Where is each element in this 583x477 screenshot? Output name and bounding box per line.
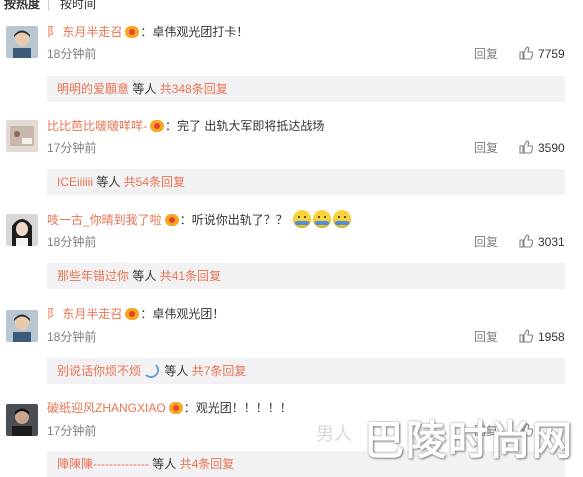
wave-emoji-icon: [143, 362, 160, 378]
sweat-smile-emoji-icon: [333, 210, 352, 228]
user-prefix-icon: 阝: [47, 25, 60, 39]
avatar[interactable]: [6, 120, 38, 152]
comment-time: 17分钟前: [47, 424, 97, 438]
sub-replies[interactable]: ICEiiiiii 等人 共54条回复: [47, 169, 565, 195]
comment-username[interactable]: 吱一古_你晴到我了啦: [47, 213, 162, 227]
sort-by-time-tab[interactable]: 按时间: [60, 0, 96, 11]
reply-button[interactable]: 回复: [474, 46, 498, 62]
sub-reply-user[interactable]: 陣陳陳--------------: [57, 457, 149, 471]
user-prefix-icon: 阝: [47, 307, 60, 321]
thumbs-up-icon[interactable]: [519, 46, 533, 60]
sub-reply-user[interactable]: 那些年错过你: [57, 269, 129, 283]
comment-time: 18分钟前: [47, 47, 97, 61]
sub-reply-mid: 等人: [161, 364, 192, 378]
like-count: 7759: [538, 47, 565, 61]
comment-line: 阝 东月半走召 ：卓伟观光团！: [47, 306, 224, 322]
comment-text: ：观光团！！！！！: [183, 401, 292, 415]
thumbs-up-icon[interactable]: [519, 234, 533, 248]
sub-replies[interactable]: 别说话你烦不烦 等人 共7条回复: [47, 358, 565, 384]
vip-badge-icon: [125, 26, 140, 38]
comment-username[interactable]: 东月半走召: [62, 307, 122, 321]
sub-reply-mid: 等人: [129, 82, 160, 96]
comment-time: 18分钟前: [47, 330, 97, 344]
sort-bar: 按热度 | 按时间: [0, 0, 583, 14]
reply-button[interactable]: 回复: [474, 329, 498, 345]
comment-line: 破纸迎风ZHANGXIAO ：观光团！！！！！: [47, 400, 292, 416]
sub-reply-count[interactable]: 共4条回复: [180, 457, 235, 471]
sub-reply-mid: 等人: [129, 269, 160, 283]
sub-reply-mid: 等人: [93, 175, 124, 189]
comment-line: 阝 东月半走召 ：卓伟观光团打卡！: [47, 24, 248, 40]
vip-badge-icon: [168, 402, 183, 414]
like-count: 1958: [538, 330, 565, 344]
reply-button[interactable]: 回复: [474, 234, 498, 250]
like-count: 3031: [538, 235, 565, 249]
comment-text: ：完了 出轨大军即将抵达战场: [165, 119, 325, 133]
sub-reply-count[interactable]: 共41条回复: [160, 269, 221, 283]
comment-text: ：卓伟观光团打卡！: [140, 25, 249, 39]
sub-replies[interactable]: 那些年错过你 等人 共41条回复: [47, 263, 565, 289]
comment-time: 18分钟前: [47, 235, 97, 249]
avatar[interactable]: [6, 214, 38, 246]
comment-username[interactable]: 比比芭比啵啵咩咩-: [47, 119, 147, 133]
comment-line: 吱一古_你晴到我了啦 ：听说你出轨了？？: [47, 210, 352, 228]
sub-reply-mid: 等人: [148, 457, 180, 471]
comment-text: ：卓伟观光团！: [140, 307, 225, 321]
avatar[interactable]: [6, 310, 38, 342]
comment-username[interactable]: 破纸迎风ZHANGXIAO: [47, 401, 166, 415]
vip-badge-icon: [125, 308, 140, 320]
sub-reply-count[interactable]: 共7条回复: [192, 364, 247, 378]
sub-reply-user[interactable]: 明明的爱願意: [57, 82, 129, 96]
comment-username[interactable]: 东月半走召: [62, 25, 122, 39]
comment-time: 17分钟前: [47, 141, 97, 155]
sub-replies[interactable]: 明明的爱願意 等人 共348条回复: [47, 76, 565, 102]
like-count: 3590: [538, 141, 565, 155]
comment-text: ：听说你出轨了？？: [179, 213, 288, 227]
reply-button[interactable]: 回复: [474, 140, 498, 156]
site-watermark: 巴陵时尚网: [364, 419, 574, 463]
sweat-smile-emoji-icon: [293, 210, 312, 228]
sort-divider: |: [47, 0, 51, 11]
avatar[interactable]: [6, 26, 38, 58]
sweat-smile-emoji-icon: [313, 210, 332, 228]
avatar[interactable]: [6, 404, 38, 436]
sort-by-hot-tab[interactable]: 按热度: [4, 0, 40, 11]
thumbs-up-icon[interactable]: [519, 329, 533, 343]
comment-line: 比比芭比啵啵咩咩- ：完了 出轨大军即将抵达战场: [47, 118, 324, 134]
faint-watermark: 男人: [316, 424, 352, 444]
sub-reply-user[interactable]: ICEiiiiii: [57, 175, 93, 189]
sub-reply-count[interactable]: 共348条回复: [160, 82, 228, 96]
sub-reply-count[interactable]: 共54条回复: [124, 175, 185, 189]
thumbs-up-icon[interactable]: [519, 140, 533, 154]
sub-reply-user[interactable]: 别说话你烦不烦: [57, 364, 141, 378]
vip-badge-icon: [164, 214, 179, 226]
vip-badge-icon: [150, 120, 164, 132]
